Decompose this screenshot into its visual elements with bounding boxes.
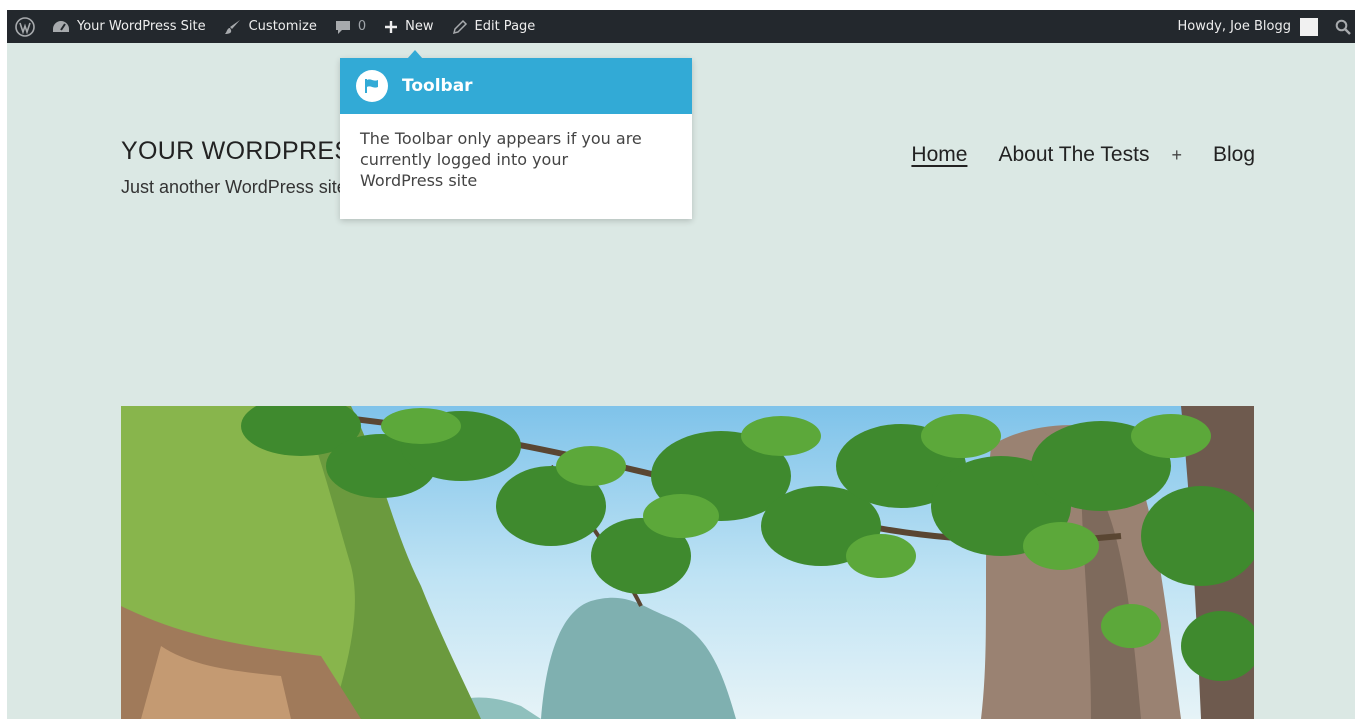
admin-toolbar: Your WordPress Site Customize 0 New Edit… [7, 10, 1355, 43]
new-content-menu[interactable]: New [375, 10, 442, 43]
wp-logo-menu[interactable] [7, 10, 43, 43]
paintbrush-icon [224, 19, 242, 35]
search-icon [1335, 19, 1351, 35]
plus-icon [384, 20, 398, 34]
wordpress-logo-icon [15, 16, 35, 37]
tooltip-title: Toolbar [402, 76, 473, 96]
tooltip-line: currently logged into your [360, 150, 569, 169]
edit-page-link[interactable]: Edit Page [443, 10, 545, 43]
search-button[interactable] [1327, 10, 1355, 43]
site-name-label: Your WordPress Site [77, 19, 206, 34]
comments-count: 0 [357, 19, 367, 34]
pencil-icon [452, 19, 468, 35]
customize-label: Customize [248, 19, 317, 34]
tooltip-body: The Toolbar only appears if you are curr… [340, 114, 692, 191]
flag-icon [356, 70, 388, 102]
hero-image [121, 406, 1254, 719]
nav-item-home[interactable]: Home [911, 143, 967, 167]
new-label: New [405, 19, 434, 34]
site-description: Just another WordPress site [121, 177, 347, 197]
comments-link[interactable]: 0 [326, 10, 375, 43]
browser-viewport: Your WordPress Site Customize 0 New Edit… [7, 10, 1355, 719]
dashboard-icon [52, 19, 70, 35]
tooltip-line: The Toolbar only appears if you are [360, 129, 642, 148]
toolbar-tooltip: Toolbar The Toolbar only appears if you … [340, 50, 692, 219]
comment-bubble-icon [335, 19, 351, 35]
submenu-expand-icon[interactable]: + [1171, 145, 1182, 166]
tooltip-header: Toolbar [340, 58, 692, 114]
avatar [1300, 17, 1318, 36]
nav-item-blog[interactable]: Blog [1213, 143, 1255, 167]
howdy-label: Howdy, Joe Blogg [1177, 19, 1291, 34]
site-name-menu[interactable]: Your WordPress Site [43, 10, 215, 43]
nav-item-about-the-tests[interactable]: About The Tests [998, 143, 1149, 167]
primary-navigation: Home About The Tests + Blog [880, 143, 1255, 167]
customize-link[interactable]: Customize [215, 10, 326, 43]
tooltip-line: WordPress site [360, 171, 478, 190]
tropical-lagoon-illustration [121, 406, 1254, 719]
my-account-menu[interactable]: Howdy, Joe Blogg [1169, 10, 1327, 43]
edit-page-label: Edit Page [474, 19, 536, 34]
